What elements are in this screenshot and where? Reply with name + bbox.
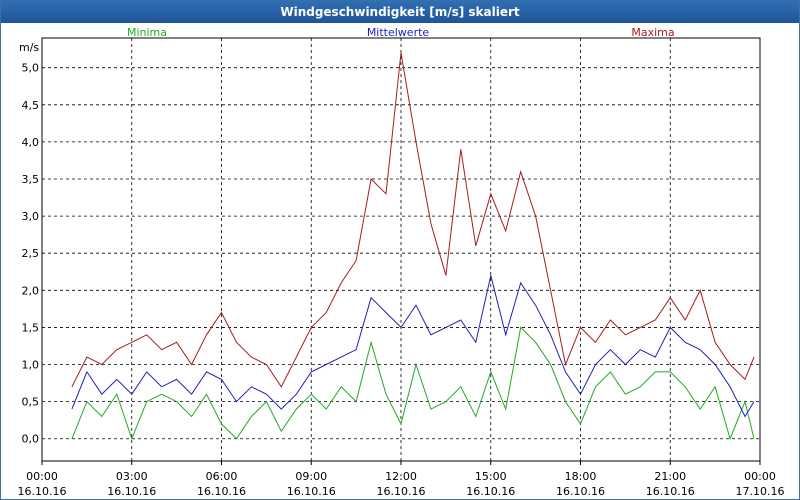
y-tick-label: 5,0 [22, 62, 40, 75]
x-tick-time: 00:00 [744, 470, 776, 483]
y-tick-label: 3,0 [22, 210, 40, 223]
x-tick-time: 18:00 [565, 470, 597, 483]
y-tick-label: 4,0 [22, 136, 40, 149]
y-tick-label: 1,5 [22, 321, 40, 334]
y-tick-label: 1,0 [22, 359, 40, 372]
y-axis-unit: m/s [19, 41, 39, 54]
chart-window: Windgeschwindigkeit [m/s] skaliert 0,0 0,… [0, 0, 800, 500]
x-tick-time: 15:00 [475, 470, 507, 483]
x-tick-time: 00:00 [26, 470, 58, 483]
y-tick-label: 0,0 [22, 433, 40, 446]
x-tick-date: 16.10.16 [466, 485, 515, 498]
x-tick-date: 16.10.16 [287, 485, 336, 498]
y-tick-label: 2,0 [22, 284, 40, 297]
y-tick-label: 4,5 [22, 99, 40, 112]
x-tick-time: 09:00 [295, 470, 327, 483]
x-tick-time: 12:00 [385, 470, 417, 483]
x-tick-date: 16.10.16 [556, 485, 605, 498]
x-tick-date: 16.10.16 [18, 485, 67, 498]
x-tick-date: 16.10.16 [107, 485, 156, 498]
x-tick-time: 06:00 [206, 470, 238, 483]
x-tick-date: 16.10.16 [646, 485, 695, 498]
wind-speed-chart: 0,0 0,5 1,0 1,5 2,0 2,5 3,0 3,5 4,0 4,5 5,0 m/s 00:0… [18, 26, 785, 498]
y-tick-label: 2,5 [22, 247, 40, 260]
legend-mittelwerte: Mittelwerte [367, 26, 430, 39]
x-tick-date: 16.10.16 [197, 485, 246, 498]
x-tick-time: 03:00 [116, 470, 148, 483]
x-tick-time: 21:00 [654, 470, 686, 483]
x-tick-date: 17.10.16 [736, 485, 785, 498]
legend-minima: Minima [127, 26, 167, 39]
x-tick-date: 16.10.16 [377, 485, 426, 498]
y-tick-label: 3,5 [22, 173, 40, 186]
legend-maxima: Maxima [631, 26, 674, 39]
y-tick-label: 0,5 [22, 396, 40, 409]
